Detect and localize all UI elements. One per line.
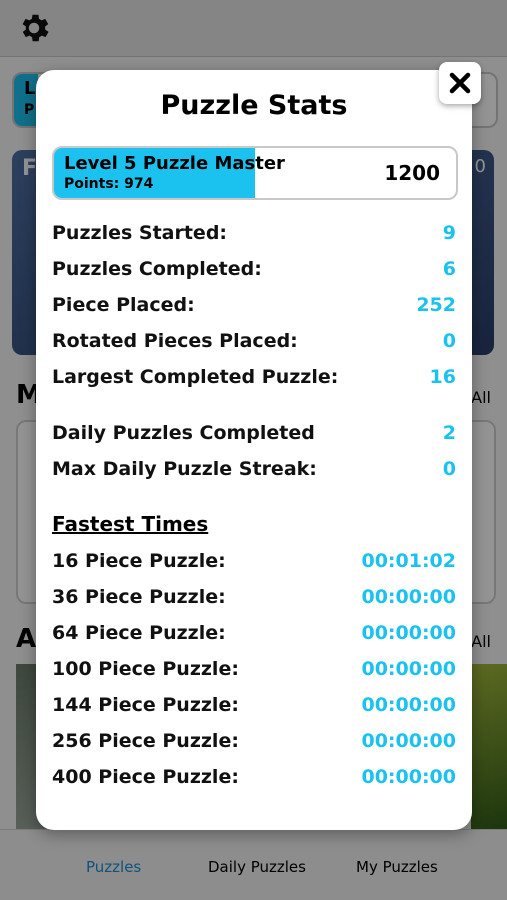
fastest-label: 16 Piece Puzzle:	[52, 550, 226, 572]
stat-value: 0	[442, 458, 456, 480]
stat-value: 2	[442, 422, 456, 444]
stat-label: Puzzles Started:	[52, 222, 228, 244]
fastest-value: 00:00:00	[361, 622, 456, 644]
stat-label: Puzzles Completed:	[52, 258, 262, 280]
stat-value: 0	[442, 330, 456, 352]
fastest-time-row: 64 Piece Puzzle: 00:00:00	[52, 618, 456, 648]
stat-value: 9	[442, 222, 456, 244]
points-label: Points: 974	[64, 176, 154, 192]
fastest-times-heading: Fastest Times	[52, 512, 209, 536]
fastest-time-row: 400 Piece Puzzle: 00:00:00	[52, 762, 456, 792]
fastest-time-row: 144 Piece Puzzle: 00:00:00	[52, 690, 456, 720]
stat-row: Puzzles Started: 9	[52, 218, 456, 248]
fastest-time-row: 16 Piece Puzzle: 00:01:02	[52, 546, 456, 576]
fastest-value: 00:01:02	[361, 550, 456, 572]
daily-stat-row: Daily Puzzles Completed 2	[52, 418, 456, 448]
close-icon	[449, 72, 471, 94]
fastest-label: 100 Piece Puzzle:	[52, 658, 239, 680]
fastest-value: 00:00:00	[361, 658, 456, 680]
level-progress-bar: Level 5 Puzzle Master Points: 974 1200	[52, 146, 458, 200]
stat-row: Largest Completed Puzzle: 16	[52, 362, 456, 392]
fastest-time-row: 100 Piece Puzzle: 00:00:00	[52, 654, 456, 684]
fastest-value: 00:00:00	[361, 730, 456, 752]
level-goal: 1200	[384, 161, 440, 185]
fastest-label: 144 Piece Puzzle:	[52, 694, 239, 716]
fastest-label: 256 Piece Puzzle:	[52, 730, 239, 752]
stat-label: Max Daily Puzzle Streak:	[52, 458, 317, 480]
fastest-label: 400 Piece Puzzle:	[52, 766, 239, 788]
stat-value: 16	[429, 366, 456, 388]
close-button[interactable]	[439, 62, 481, 104]
fastest-label: 64 Piece Puzzle:	[52, 622, 226, 644]
fastest-time-row: 36 Piece Puzzle: 00:00:00	[52, 582, 456, 612]
level-label: Level 5 Puzzle Master	[64, 153, 285, 174]
fastest-label: 36 Piece Puzzle:	[52, 586, 226, 608]
stat-label: Daily Puzzles Completed	[52, 422, 315, 444]
stat-label: Rotated Pieces Placed:	[52, 330, 298, 352]
fastest-value: 00:00:00	[361, 766, 456, 788]
stat-row: Puzzles Completed: 6	[52, 254, 456, 284]
puzzle-stats-dialog: Puzzle Stats Level 5 Puzzle Master Point…	[36, 70, 472, 830]
fastest-value: 00:00:00	[361, 694, 456, 716]
fastest-value: 00:00:00	[361, 586, 456, 608]
stat-label: Largest Completed Puzzle:	[52, 366, 339, 388]
daily-stat-row: Max Daily Puzzle Streak: 0	[52, 454, 456, 484]
stat-value: 252	[416, 294, 456, 316]
stat-label: Piece Placed:	[52, 294, 195, 316]
dialog-title: Puzzle Stats	[160, 90, 348, 121]
fastest-time-row: 256 Piece Puzzle: 00:00:00	[52, 726, 456, 756]
stat-row: Piece Placed: 252	[52, 290, 456, 320]
stat-row: Rotated Pieces Placed: 0	[52, 326, 456, 356]
stat-value: 6	[442, 258, 456, 280]
